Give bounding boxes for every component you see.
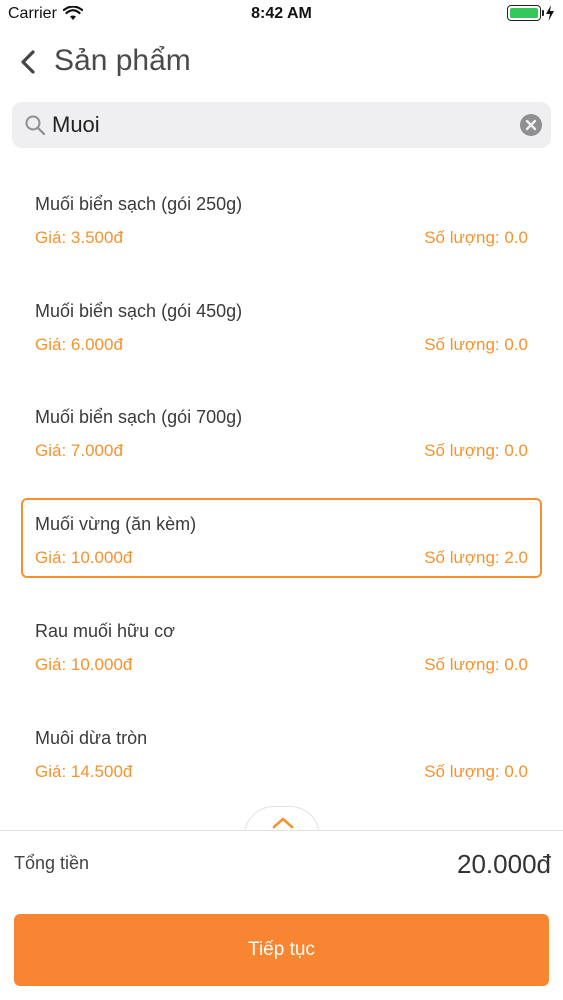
product-quantity: Số lượng: 0.0 bbox=[424, 228, 528, 247]
product-item[interactable]: Muối biển sạch (gói 450g) Giá: 6.000đ Số… bbox=[21, 285, 542, 365]
navigation-bar: Sản phẩm bbox=[0, 36, 563, 88]
product-name: Muối biển sạch (gói 250g) bbox=[35, 194, 243, 214]
chevron-left-icon[interactable] bbox=[16, 48, 40, 76]
product-name: Muối vừng (ăn kèm) bbox=[35, 514, 197, 534]
continue-button[interactable]: Tiếp tục bbox=[14, 914, 549, 986]
clear-icon[interactable] bbox=[520, 114, 542, 136]
product-item-selected[interactable]: Muối vừng (ăn kèm) Giá: 10.000đ Số lượng… bbox=[21, 498, 542, 578]
search-icon bbox=[25, 115, 46, 136]
product-name: Rau muối hữu cơ bbox=[35, 621, 175, 641]
product-quantity: Số lượng: 0.0 bbox=[424, 441, 528, 460]
battery-area bbox=[507, 5, 555, 21]
product-price: Giá: 10.000đ bbox=[35, 548, 133, 567]
search-input[interactable] bbox=[52, 108, 512, 142]
product-price: Giá: 14.500đ bbox=[35, 762, 133, 781]
product-price: Giá: 10.000đ bbox=[35, 655, 133, 674]
product-name: Muối biển sạch (gói 450g) bbox=[35, 301, 243, 321]
product-quantity: Số lượng: 0.0 bbox=[424, 762, 528, 781]
search-bar[interactable] bbox=[12, 102, 551, 148]
product-item[interactable]: Muôi dừa tròn Giá: 14.500đ Số lượng: 0.0 bbox=[21, 712, 542, 792]
product-quantity: Số lượng: 2.0 bbox=[424, 548, 528, 567]
order-summary-panel: Tổng tiền 20.000đ Tiếp tục bbox=[0, 830, 563, 1000]
total-value: 20.000đ bbox=[457, 849, 551, 879]
product-name: Muối biển sạch (gói 700g) bbox=[35, 407, 243, 427]
battery-icon bbox=[507, 5, 544, 21]
product-price: Giá: 3.500đ bbox=[35, 228, 123, 247]
product-price: Giá: 6.000đ bbox=[35, 335, 123, 354]
product-item[interactable]: Rau muối hữu cơ Giá: 10.000đ Số lượng: 0… bbox=[21, 605, 542, 685]
product-item[interactable]: Muối biển sạch (gói 250g) Giá: 3.500đ Số… bbox=[21, 178, 542, 258]
product-item[interactable]: Muối biển sạch (gói 700g) Giá: 7.000đ Số… bbox=[21, 391, 542, 471]
charging-icon bbox=[546, 5, 554, 21]
status-time: 8:42 AM bbox=[251, 5, 312, 22]
status-bar: Carrier 8:42 AM bbox=[0, 0, 563, 30]
chevron-up-icon[interactable] bbox=[271, 815, 295, 829]
product-price: Giá: 7.000đ bbox=[35, 441, 123, 460]
total-label: Tổng tiền bbox=[14, 853, 90, 873]
product-quantity: Số lượng: 0.0 bbox=[424, 655, 528, 674]
product-quantity: Số lượng: 0.0 bbox=[424, 335, 528, 354]
page-title: Sản phẩm bbox=[54, 44, 191, 77]
product-name: Muôi dừa tròn bbox=[35, 728, 148, 748]
